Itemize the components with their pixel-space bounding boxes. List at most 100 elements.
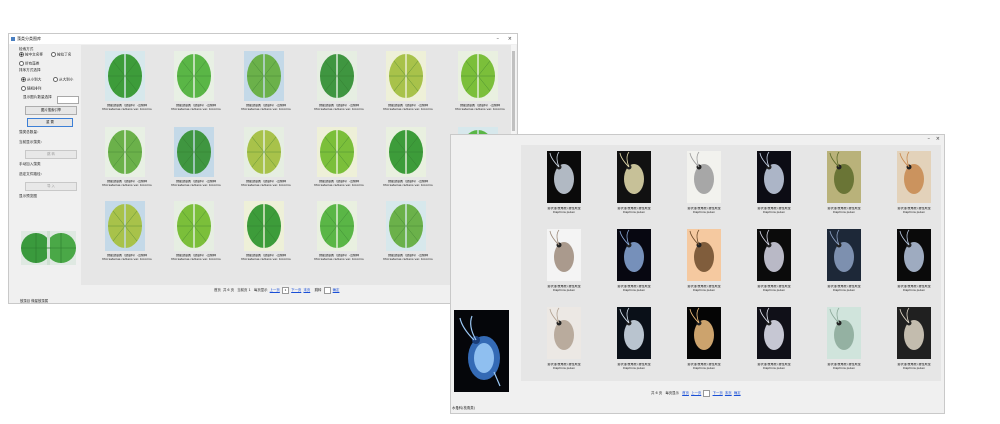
zooplankton-thumbnail[interactable]: [827, 229, 861, 281]
close-icon[interactable]: ×: [936, 134, 940, 144]
jump-confirm-link[interactable]: 确定: [333, 288, 340, 292]
radio-dot[interactable]: [53, 77, 58, 82]
algae-thumbnail[interactable]: [244, 51, 284, 101]
algae-thumbnail[interactable]: [244, 127, 284, 177]
grid-cell[interactable]: 蚤状溞(枝角类) 雌性成虫 Daphnia pulex: [813, 229, 875, 303]
close-icon[interactable]: ×: [508, 34, 512, 44]
grid-cell[interactable]: 蚤状溞(枝角类) 雌性成虫 Daphnia pulex: [743, 229, 805, 303]
algae-thumbnail[interactable]: [105, 127, 145, 177]
grid-cell[interactable]: 微星鼓藻属（鼓藻科）-近缘种Micrasterias radians var. …: [309, 51, 369, 123]
jump-confirm-link[interactable]: 确定: [734, 391, 741, 395]
grid-cell[interactable]: 蚤状溞(枝角类) 雌性成虫 Daphnia pulex: [883, 307, 945, 381]
zooplankton-thumbnail[interactable]: [547, 151, 581, 203]
algae-thumbnail[interactable]: [105, 201, 145, 251]
zooplankton-thumbnail[interactable]: [757, 151, 791, 203]
radio-dot[interactable]: [21, 77, 26, 82]
grid-cell[interactable]: 蚤状溞(枝角类) 雌性成虫 Daphnia pulex: [813, 307, 875, 381]
zooplankton-thumbnail[interactable]: [897, 307, 931, 359]
grid-cell[interactable]: 微星鼓藻属（鼓藻科）-近缘种Micrasterias radians var. …: [378, 127, 438, 199]
grid-cell[interactable]: 微星鼓藻属（鼓藻科）-近缘种Micrasterias radians var. …: [236, 201, 296, 273]
radio-all[interactable]: 所有藻类: [19, 61, 39, 67]
zooplankton-thumbnail[interactable]: [687, 307, 721, 359]
grid-cell[interactable]: 微星鼓藻属（鼓藻科）-近缘种Micrasterias radians var. …: [378, 201, 438, 273]
zooplankton-thumbnail[interactable]: [617, 307, 651, 359]
grid-cell[interactable]: 微星鼓藻属（鼓藻科）-近缘种Micrasterias radians var. …: [309, 127, 369, 199]
grid-cell[interactable]: 微星鼓藻属（鼓藻科）-近缘种Micrasterias radians var. …: [450, 51, 510, 123]
import-button[interactable]: 导 入: [25, 182, 77, 191]
zooplankton-thumbnail[interactable]: [897, 151, 931, 203]
radio-dot[interactable]: [19, 61, 24, 66]
grid-cell[interactable]: 蚤状溞(枝角类) 雌性成虫 Daphnia pulex: [603, 229, 665, 303]
algae-thumbnail[interactable]: [105, 51, 145, 101]
jump-input[interactable]: [323, 286, 331, 294]
zooplankton-thumbnail[interactable]: [827, 151, 861, 203]
radio-ascending[interactable]: 从小到大: [21, 77, 41, 83]
zooplankton-thumbnail[interactable]: [617, 229, 651, 281]
grid-cell[interactable]: 微星鼓藻属（鼓藻科）-近缘种Micrasterias radians var. …: [97, 127, 157, 199]
grid-cell[interactable]: 蚤状溞(枝角类) 雌性成虫 Daphnia pulex: [673, 151, 735, 225]
grid-cell[interactable]: 蚤状溞(枝角类) 雌性成虫 Daphnia pulex: [883, 151, 945, 225]
radio-dot[interactable]: [21, 86, 26, 91]
grid-cell[interactable]: 微星鼓藻属（鼓藻科）-近缘种Micrasterias radians var. …: [166, 201, 226, 273]
algae-thumbnail[interactable]: [386, 127, 426, 177]
grid-cell[interactable]: 蚤状溞(枝角类) 雌性成虫 Daphnia pulex: [883, 229, 945, 303]
filter-select[interactable]: [57, 96, 79, 104]
zooplankton-thumbnail[interactable]: [757, 307, 791, 359]
radio-latin-name[interactable]: 按拉丁名: [51, 52, 71, 58]
last-page-link[interactable]: 末页: [303, 288, 310, 292]
grid-cell[interactable]: 微星鼓藻属（鼓藻科）-近缘种Micrasterias radians var. …: [97, 51, 157, 123]
radio-chinese-name[interactable]: 按中文名称: [19, 52, 43, 58]
grid-cell[interactable]: 蚤状溞(枝角类) 雌性成虫 Daphnia pulex: [533, 307, 595, 381]
algae-thumbnail[interactable]: [244, 201, 284, 251]
grid-cell[interactable]: 蚤状溞(枝角类) 雌性成虫 Daphnia pulex: [533, 151, 595, 225]
zooplankton-thumbnail[interactable]: [547, 229, 581, 281]
algae-thumbnail[interactable]: [317, 201, 357, 251]
minimize-icon[interactable]: –: [928, 134, 931, 144]
grid-cell[interactable]: 微星鼓藻属（鼓藻科）-近缘种Micrasterias radians var. …: [236, 127, 296, 199]
algae-thumbnail[interactable]: [317, 127, 357, 177]
grid-cell[interactable]: 蚤状溞(枝角类) 雌性成虫 Daphnia pulex: [743, 151, 805, 225]
grid-cell[interactable]: 微星鼓藻属（鼓藻科）-近缘种Micrasterias radians var. …: [309, 201, 369, 273]
grid-cell[interactable]: 微星鼓藻属（鼓藻科）-近缘种Micrasterias radians var. …: [378, 51, 438, 123]
zooplankton-thumbnail[interactable]: [757, 229, 791, 281]
algae-thumbnail[interactable]: [386, 51, 426, 101]
algae-thumbnail[interactable]: [317, 51, 357, 101]
grid-cell[interactable]: 蚤状溞(枝角类) 雌性成虫 Daphnia pulex: [603, 151, 665, 225]
zooplankton-thumbnail[interactable]: [827, 307, 861, 359]
go-button[interactable]: 跳 转: [25, 150, 77, 159]
search-engine-button[interactable]: 图片搜索引擎: [25, 106, 77, 115]
next-page-link[interactable]: 下一页: [713, 391, 723, 395]
prev-page-link[interactable]: 上一页: [270, 288, 280, 292]
grid-cell[interactable]: 蚤状溞(枝角类) 雌性成虫 Daphnia pulex: [673, 307, 735, 381]
radio-dot[interactable]: [19, 52, 24, 57]
zooplankton-thumbnail[interactable]: [897, 229, 931, 281]
algae-thumbnail[interactable]: [174, 51, 214, 101]
grid-cell[interactable]: 蚤状溞(枝角类) 雌性成虫 Daphnia pulex: [743, 307, 805, 381]
zooplankton-thumbnail[interactable]: [687, 151, 721, 203]
scrollbar-thumb[interactable]: [512, 51, 515, 131]
last-page-link[interactable]: 末页: [725, 391, 732, 395]
next-page-link[interactable]: 下一页: [291, 288, 301, 292]
zooplankton-thumbnail[interactable]: [687, 229, 721, 281]
page-number-box[interactable]: 1: [281, 286, 289, 294]
grid-cell[interactable]: 微星鼓藻属（鼓藻科）-近缘种Micrasterias radians var. …: [166, 51, 226, 123]
reset-button[interactable]: 重 置: [27, 118, 73, 127]
radio-dot[interactable]: [51, 52, 56, 57]
grid-cell[interactable]: 微星鼓藻属（鼓藻科）-近缘种Micrasterias radians var. …: [166, 127, 226, 199]
zooplankton-thumbnail[interactable]: [547, 307, 581, 359]
grid-cell[interactable]: 蚤状溞(枝角类) 雌性成虫 Daphnia pulex: [813, 151, 875, 225]
page-number-box[interactable]: [703, 389, 711, 397]
grid-cell[interactable]: 蚤状溞(枝角类) 雌性成虫 Daphnia pulex: [533, 229, 595, 303]
radio-descending[interactable]: 从大到小: [53, 77, 73, 83]
radio-random[interactable]: 随机排列: [21, 86, 41, 92]
grid-cell[interactable]: 微星鼓藻属（鼓藻科）-近缘种Micrasterias radians var. …: [236, 51, 296, 123]
zooplankton-thumbnail[interactable]: [617, 151, 651, 203]
algae-thumbnail[interactable]: [386, 201, 426, 251]
minimize-icon[interactable]: –: [497, 34, 500, 44]
algae-thumbnail[interactable]: [458, 51, 498, 101]
prev-page-link[interactable]: 上一页: [691, 391, 701, 395]
grid-cell[interactable]: 微星鼓藻属（鼓藻科）-近缘种Micrasterias radians var. …: [97, 201, 157, 273]
first-page-link[interactable]: 首页: [682, 391, 689, 395]
grid-cell[interactable]: 蚤状溞(枝角类) 雌性成虫 Daphnia pulex: [673, 229, 735, 303]
algae-thumbnail[interactable]: [174, 201, 214, 251]
